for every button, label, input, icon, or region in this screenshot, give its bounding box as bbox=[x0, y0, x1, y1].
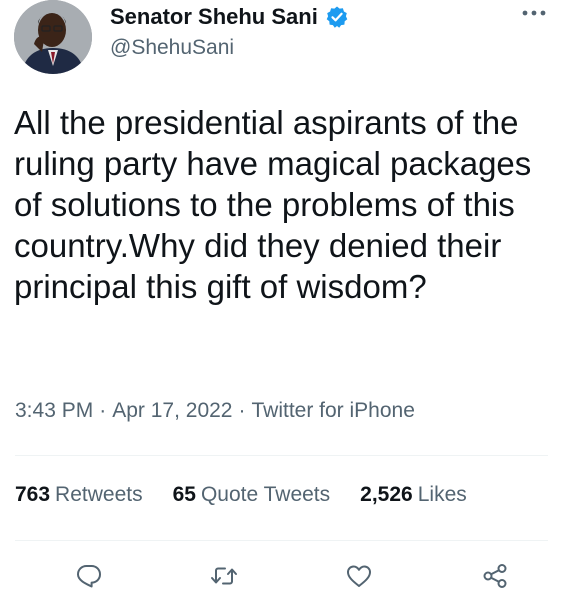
tweet-actions bbox=[0, 548, 563, 600]
author-handle[interactable]: @ShehuSani bbox=[110, 36, 349, 60]
tweet: Senator Shehu Sani @ShehuSani All the pr… bbox=[0, 0, 563, 600]
more-options-icon[interactable] bbox=[521, 6, 547, 18]
quote-tweets-stat[interactable]: 65 Quote Tweets bbox=[173, 483, 331, 507]
meta-separator: · bbox=[99, 399, 107, 422]
display-name-row: Senator Shehu Sani bbox=[110, 2, 349, 32]
meta-separator: · bbox=[238, 399, 246, 422]
tweet-source[interactable]: Twitter for iPhone bbox=[251, 399, 414, 422]
retweet-icon[interactable] bbox=[210, 562, 238, 590]
display-name[interactable]: Senator Shehu Sani bbox=[110, 4, 318, 30]
tweet-meta: 3:43 PM · Apr 17, 2022 · Twitter for iPhone bbox=[15, 399, 415, 423]
tweet-time[interactable]: 3:43 PM bbox=[15, 399, 93, 422]
reply-icon[interactable] bbox=[75, 562, 103, 590]
quote-tweets-count: 65 bbox=[172, 483, 196, 506]
divider bbox=[15, 540, 548, 541]
tweet-text: All the presidential aspirants of the ru… bbox=[14, 104, 541, 305]
share-icon[interactable] bbox=[481, 562, 509, 590]
retweets-count: 763 bbox=[15, 483, 51, 506]
verified-badge-icon bbox=[325, 5, 349, 29]
likes-count: 2,526 bbox=[360, 483, 413, 506]
tweet-date[interactable]: Apr 17, 2022 bbox=[112, 399, 232, 422]
retweets-stat[interactable]: 763 Retweets bbox=[15, 483, 143, 507]
likes-stat[interactable]: 2,526 Likes bbox=[360, 483, 467, 507]
author-names: Senator Shehu Sani @ShehuSani bbox=[110, 2, 349, 60]
likes-label: Likes bbox=[417, 483, 467, 506]
retweets-label: Retweets bbox=[55, 483, 143, 506]
quote-tweets-label: Quote Tweets bbox=[200, 483, 331, 506]
tweet-stats: 763 Retweets 65 Quote Tweets 2,526 Likes bbox=[15, 483, 497, 507]
avatar[interactable] bbox=[14, 0, 92, 74]
divider bbox=[15, 455, 548, 456]
like-icon[interactable] bbox=[345, 562, 373, 590]
tweet-header: Senator Shehu Sani @ShehuSani bbox=[14, 0, 553, 80]
